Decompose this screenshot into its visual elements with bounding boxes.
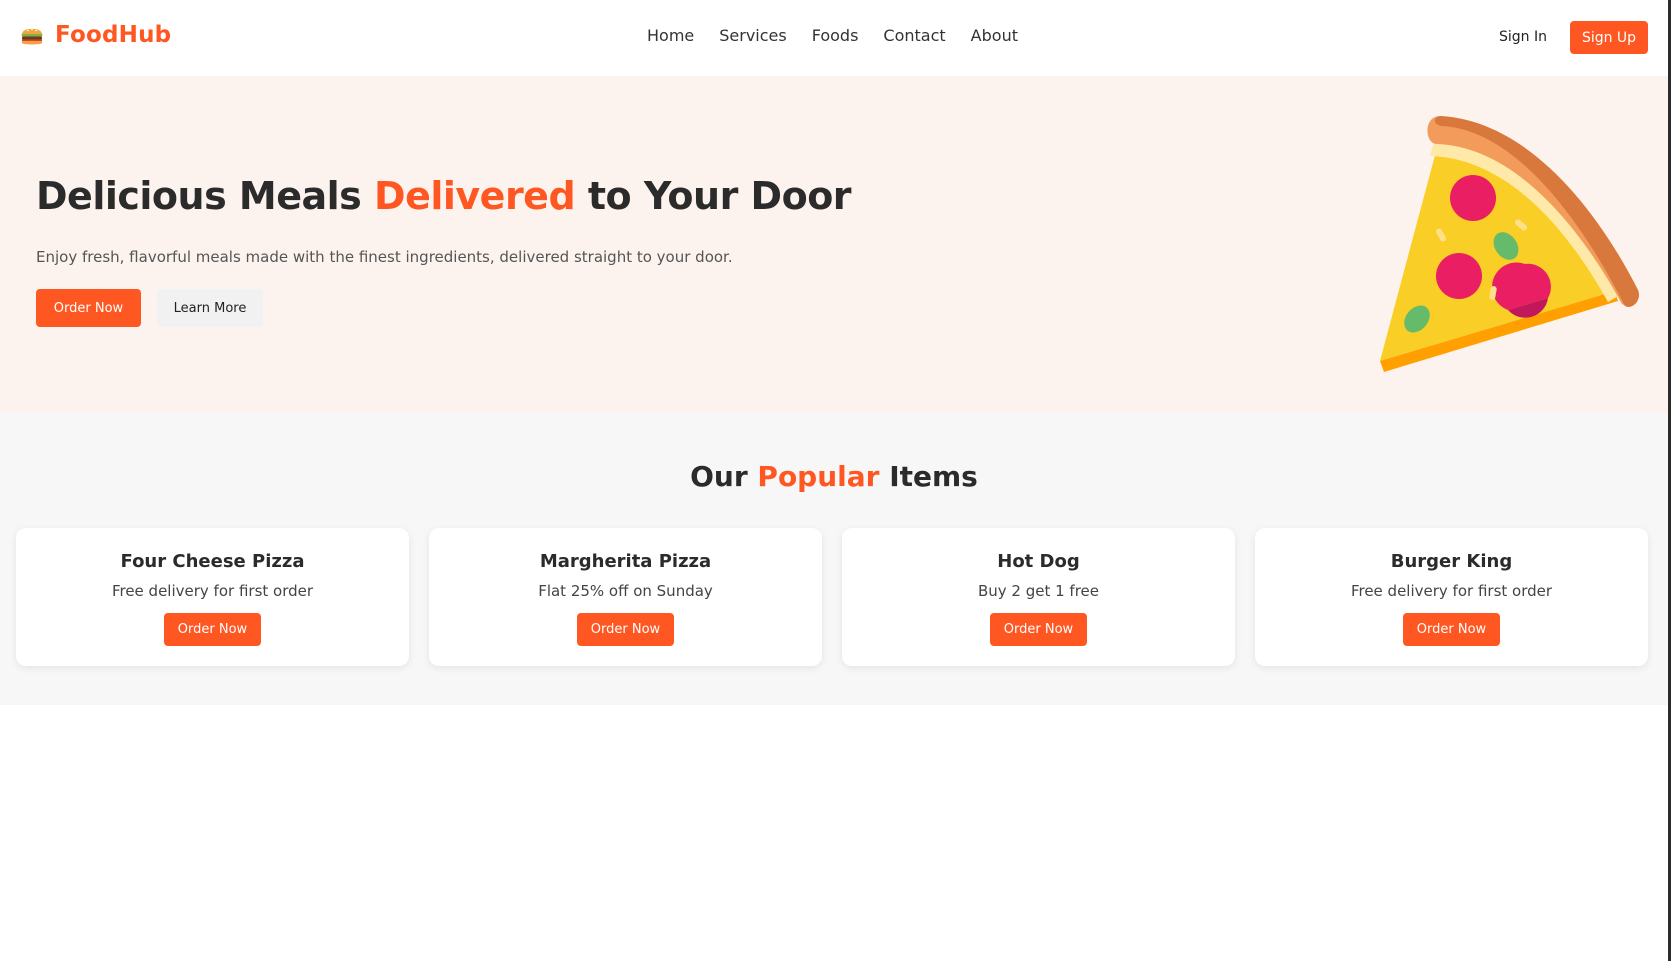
order-now-button[interactable]: Order Now: [164, 613, 261, 646]
hero-section: Delicious Meals Delivered to Your Door E…: [0, 76, 1668, 412]
sign-up-button[interactable]: Sign Up: [1570, 21, 1648, 54]
order-now-button[interactable]: Order Now: [1403, 613, 1500, 646]
hero-title-end: to Your Door: [575, 174, 852, 218]
order-now-button[interactable]: Order Now: [990, 613, 1087, 646]
nav-item-home[interactable]: Home: [647, 26, 694, 45]
order-now-button[interactable]: Order Now: [577, 613, 674, 646]
item-name: Four Cheese Pizza: [120, 551, 305, 572]
hero-title-accent: Delivered: [374, 174, 576, 218]
brand-name: FoodHub: [55, 22, 172, 48]
hero-title: Delicious Meals Delivered to Your Door: [36, 174, 852, 218]
brand-logo[interactable]: FoodHub: [19, 22, 171, 48]
burger-icon: [19, 22, 45, 48]
section-title-accent: Popular: [757, 460, 880, 493]
hero-subtitle: Enjoy fresh, flavorful meals made with t…: [36, 248, 733, 266]
nav-item-foods[interactable]: Foods: [812, 26, 859, 45]
section-title-start: Our: [690, 460, 758, 493]
item-offer: Flat 25% off on Sunday: [538, 582, 713, 600]
item-offer: Free delivery for first order: [111, 582, 314, 600]
hero-title-start: Delicious Meals: [36, 174, 375, 218]
item-card: Hot Dog Buy 2 get 1 free Order Now: [842, 528, 1235, 666]
item-card: Four Cheese Pizza Free delivery for firs…: [16, 528, 409, 666]
item-offer: Free delivery for first order: [1350, 582, 1553, 600]
item-name: Burger King: [1390, 551, 1513, 572]
site-header: FoodHub Home Services Foods Contact Abou…: [0, 0, 1668, 76]
item-name: Hot Dog: [997, 551, 1080, 572]
nav-item-contact[interactable]: Contact: [883, 26, 945, 45]
hero-learn-more-button[interactable]: Learn More: [157, 289, 263, 327]
hero-order-now-button[interactable]: Order Now: [36, 289, 141, 327]
pizza-slice-icon: [1370, 106, 1640, 376]
nav-item-services[interactable]: Services: [719, 26, 786, 45]
item-card: Margherita Pizza Flat 25% off on Sunday …: [429, 528, 822, 666]
sign-in-link[interactable]: Sign In: [1499, 29, 1547, 45]
item-offer: Buy 2 get 1 free: [977, 582, 1100, 600]
popular-section-title: Our Popular Items: [0, 460, 1668, 493]
main-nav: Home Services Foods Contact About: [647, 26, 1043, 45]
nav-item-about[interactable]: About: [971, 26, 1018, 45]
item-name: Margherita Pizza: [539, 551, 712, 572]
section-title-end: Items: [879, 460, 978, 493]
item-card: Burger King Free delivery for first orde…: [1255, 528, 1648, 666]
popular-items-section: Our Popular Items Four Cheese Pizza Free…: [0, 412, 1668, 705]
item-card-list: Four Cheese Pizza Free delivery for firs…: [16, 528, 1648, 666]
page: FoodHub Home Services Foods Contact Abou…: [0, 0, 1671, 961]
